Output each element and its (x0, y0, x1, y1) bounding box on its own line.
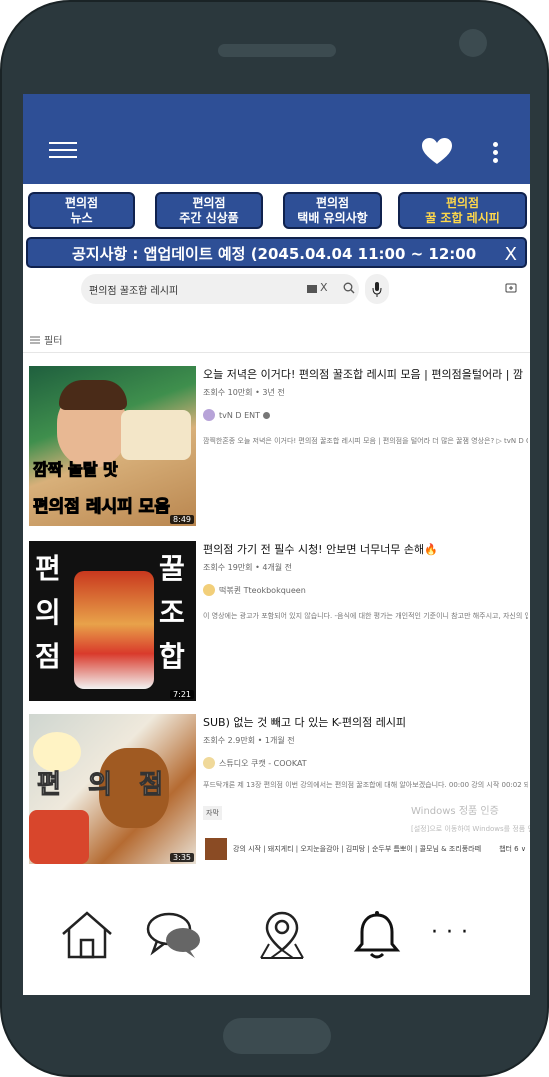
subtitle-badge: 자막 (203, 806, 222, 820)
verified-icon (263, 411, 271, 419)
heart-icon[interactable] (422, 138, 452, 166)
video-meta: 조회수 10만회 • 3년 전 (203, 388, 285, 397)
category-label-line1: 편의점 (315, 195, 350, 210)
thumbnail-caption: 깜짝 놀랄 맛 (33, 460, 119, 480)
chat-icon[interactable] (145, 910, 203, 962)
category-recipe-button[interactable]: 편의점 꿀 조합 레시피 (398, 192, 527, 229)
category-news-button[interactable]: 편의점 뉴스 (28, 192, 135, 229)
more-vertical-icon[interactable] (491, 142, 499, 164)
keyboard-icon[interactable] (307, 285, 317, 293)
channel-name: 떡볶퀸 Tteokbokqueen (219, 585, 306, 595)
category-delivery-notice-button[interactable]: 편의점 택배 유의사항 (283, 192, 382, 229)
category-label-line2: 뉴스 (70, 210, 93, 225)
thumbnail-caption-right: 꿀조합 (159, 552, 185, 673)
video-description: 푸드탁개론 제 13장 편의점 이번 강의에서는 편의점 꿀조합에 대해 알아보… (203, 781, 528, 789)
menu-icon[interactable] (49, 142, 77, 160)
video-thumbnail[interactable]: 깜짝 놀랄 맛 편의점 레시피 모음 8:49 (29, 366, 196, 526)
filter-button[interactable]: 필터 (30, 332, 62, 347)
notice-close-button[interactable]: X (505, 244, 517, 265)
avatar (203, 757, 215, 769)
filter-icon (30, 336, 40, 343)
phone-frame: 편의점 뉴스 편의점 주간 신상품 편의점 택배 유의사항 편의점 꿀 조합 레… (0, 0, 549, 1077)
clear-icon[interactable]: X (320, 281, 328, 294)
video-thumbnail[interactable]: 편의점 꿀조합 7:21 (29, 541, 196, 701)
channel-row[interactable]: tvN D ENT (203, 408, 271, 422)
speaker-grille (218, 44, 336, 57)
video-meta: 조회수 19만회 • 4개월 전 (203, 563, 293, 572)
category-label-line2: 꿀 조합 레시피 (425, 210, 500, 225)
search-query: 편의점 꿀조합 레시피 (89, 286, 179, 297)
video-meta: 조회수 2.9만회 • 1개월 전 (203, 736, 295, 745)
microphone-button[interactable] (365, 274, 389, 304)
activation-watermark: Windows 정품 인증 (411, 806, 499, 817)
divider (23, 352, 530, 353)
category-weekly-new-button[interactable]: 편의점 주간 신상품 (155, 192, 263, 229)
activation-watermark-sub: [설정]으로 이동하여 Windows를 정품 인 (411, 825, 530, 833)
search-icon[interactable] (343, 282, 355, 294)
chapters-row[interactable]: 강의 시작 | 돼지게티 | 오지눈을감아 | 김피탕 | 순두부 틈뽀이 | … (203, 838, 528, 860)
chapters-expand[interactable]: 챕터 6 ∨ (499, 844, 526, 854)
channel-row[interactable]: 떡볶퀸 Tteokbokqueen (203, 583, 306, 597)
front-camera (459, 29, 487, 57)
thumbnail-noodles (121, 410, 191, 460)
channel-row[interactable]: 스튜디오 쿠캣 - COOKAT (203, 756, 307, 770)
category-label-line2: 택배 유의사항 (297, 210, 368, 225)
cast-icon[interactable] (505, 282, 517, 294)
video-thumbnail[interactable]: 편 의 점 3:35 (29, 714, 196, 864)
filter-label: 필터 (44, 336, 63, 347)
category-label-line2: 주간 신상품 (179, 210, 239, 225)
video-description: 깜찍한혼종 오늘 저녁은 이거다! 편의점 꿀조합 레시피 모음 | 편의점을 … (203, 437, 528, 445)
more-horizontal-icon[interactable]: ··· (431, 920, 476, 945)
duration-badge: 7:21 (170, 690, 194, 699)
duration-badge: 3:35 (170, 853, 194, 862)
microphone-icon (372, 282, 382, 297)
bell-icon[interactable] (353, 910, 401, 962)
thumbnail-cup (74, 571, 154, 689)
avatar (203, 584, 215, 596)
app-bar (23, 94, 530, 184)
map-pin-icon[interactable] (257, 910, 307, 962)
chapters-list: 강의 시작 | 돼지게티 | 오지눈을감아 | 김피탕 | 순두부 틈뽀이 | … (233, 845, 482, 853)
notice-text: 공지사항 : 앱업데이트 예정 (2045.04.04 11:00 ~ 12:0… (72, 245, 477, 263)
category-label-line1: 편의점 (445, 195, 480, 210)
bottom-nav: ··· (23, 890, 530, 995)
avatar (203, 409, 215, 421)
category-label-line1: 편의점 (64, 195, 99, 210)
home-hardware-button[interactable] (223, 1018, 331, 1054)
video-title[interactable]: SUB) 없는 것 빼고 다 있는 K-편의점 레시피 (203, 714, 523, 730)
thumbnail-hair (59, 380, 127, 410)
category-label-line1: 편의점 (192, 195, 226, 210)
video-title[interactable]: 편의점 가기 전 필수 시청! 안보면 너무너무 손해🔥 (203, 541, 523, 557)
home-icon[interactable] (60, 910, 114, 960)
duration-badge: 8:49 (170, 515, 194, 524)
thumbnail-caption: 편의점 레시피 모음 (33, 497, 171, 518)
screen: 편의점 뉴스 편의점 주간 신상품 편의점 택배 유의사항 편의점 꿀 조합 레… (23, 94, 530, 995)
thumbnail-caption: 편 의 점 (36, 770, 164, 801)
search-input[interactable]: 편의점 꿀조합 레시피 X (81, 274, 359, 304)
chapter-thumbnail (205, 838, 227, 860)
thumbnail-caption-left: 편의점 (35, 552, 61, 673)
video-description: 이 영상에는 광고가 포함되어 있지 않습니다. -음식에 대한 평가는 개인적… (203, 612, 528, 620)
thumbnail-cup (29, 810, 89, 864)
channel-name: tvN D ENT (219, 410, 261, 420)
video-title[interactable]: 오늘 저녁은 이거다! 편의점 꿀조합 레시피 모음 | 편의점을털어라 | 깜… (203, 366, 523, 382)
channel-name: 스튜디오 쿠캣 - COOKAT (219, 758, 307, 768)
notice-banner: 공지사항 : 앱업데이트 예정 (2045.04.04 11:00 ~ 12:0… (26, 237, 527, 268)
